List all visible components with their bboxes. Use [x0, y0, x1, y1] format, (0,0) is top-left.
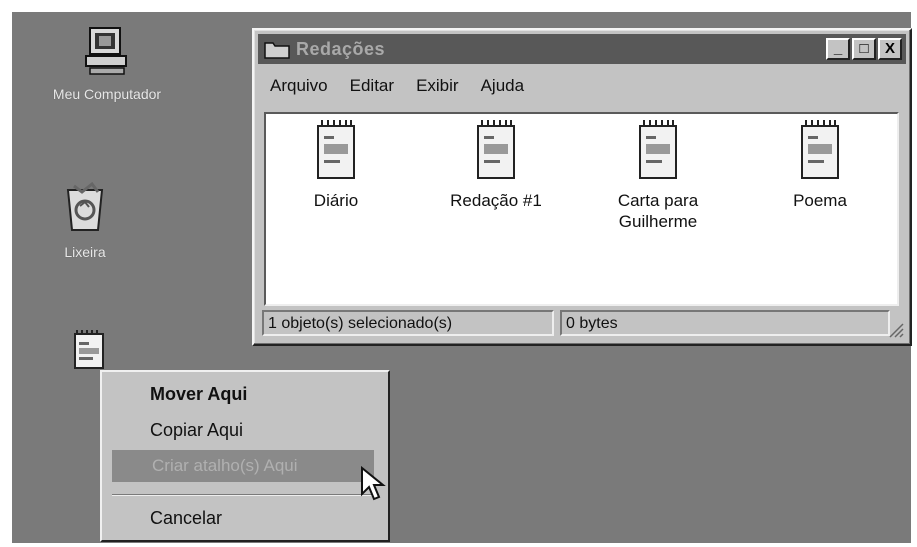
close-button[interactable]: X	[878, 38, 902, 60]
menu-item-copiar-aqui[interactable]: Copiar Aqui	[150, 420, 243, 441]
desktop-icon-my-computer[interactable]: Meu Computador	[32, 24, 182, 103]
file-name: Diário	[313, 191, 359, 210]
context-menu: Mover Aqui Copiar Aqui Criar atalho(s) A…	[100, 370, 390, 542]
menu-item-criar-atalho-aqui[interactable]: Criar atalho(s) Aqui	[112, 450, 374, 482]
file-list: Diário Redação #1 Carta para Guilherme P…	[264, 112, 899, 306]
file-item[interactable]: Poema	[750, 120, 890, 211]
file-name: Redação #1	[450, 191, 542, 210]
desktop-icon-recycle-bin[interactable]: Lixeira	[10, 180, 160, 261]
menu-item-cancelar[interactable]: Cancelar	[150, 508, 222, 529]
menu-arquivo[interactable]: Arquivo	[270, 76, 328, 96]
desktop-icon-label: Meu Computador	[52, 86, 162, 102]
resize-grip-icon[interactable]	[888, 322, 904, 338]
document-icon	[477, 120, 515, 179]
maximize-button[interactable]: □	[852, 38, 876, 60]
mouse-cursor-icon	[361, 466, 386, 501]
title-bar[interactable]: Redações _ □ X	[258, 34, 906, 64]
recycle-bin-icon	[66, 181, 104, 231]
document-icon	[639, 120, 677, 179]
menu-separator	[112, 494, 374, 496]
status-bar: 1 objeto(s) selecionado(s) 0 bytes	[262, 310, 902, 336]
file-name: Poema	[793, 191, 847, 210]
window-title: Redações	[296, 38, 386, 59]
minimize-button[interactable]: _	[826, 38, 850, 60]
status-selection: 1 objeto(s) selecionado(s)	[262, 310, 554, 336]
document-icon	[74, 330, 104, 369]
status-size: 0 bytes	[560, 310, 890, 336]
file-item[interactable]: Redação #1	[426, 120, 566, 211]
file-item[interactable]: Carta para Guilherme	[588, 120, 728, 232]
my-computer-icon	[85, 27, 127, 75]
document-icon	[317, 120, 355, 179]
desktop-icon-label: Lixeira	[64, 244, 106, 260]
menu-item-mover-aqui[interactable]: Mover Aqui	[150, 384, 247, 405]
explorer-window[interactable]: Redações _ □ X Arquivo Editar Exibir Aju…	[252, 28, 912, 346]
menu-item-label: Criar atalho(s) Aqui	[152, 456, 298, 475]
menu-exibir[interactable]: Exibir	[416, 76, 459, 96]
menu-ajuda[interactable]: Ajuda	[481, 76, 524, 96]
document-icon	[801, 120, 839, 179]
menu-bar: Arquivo Editar Exibir Ajuda	[270, 76, 524, 96]
file-name: Carta para Guilherme	[617, 191, 699, 231]
menu-editar[interactable]: Editar	[350, 76, 394, 96]
file-item[interactable]: Diário	[266, 120, 406, 211]
folder-icon	[264, 42, 290, 59]
